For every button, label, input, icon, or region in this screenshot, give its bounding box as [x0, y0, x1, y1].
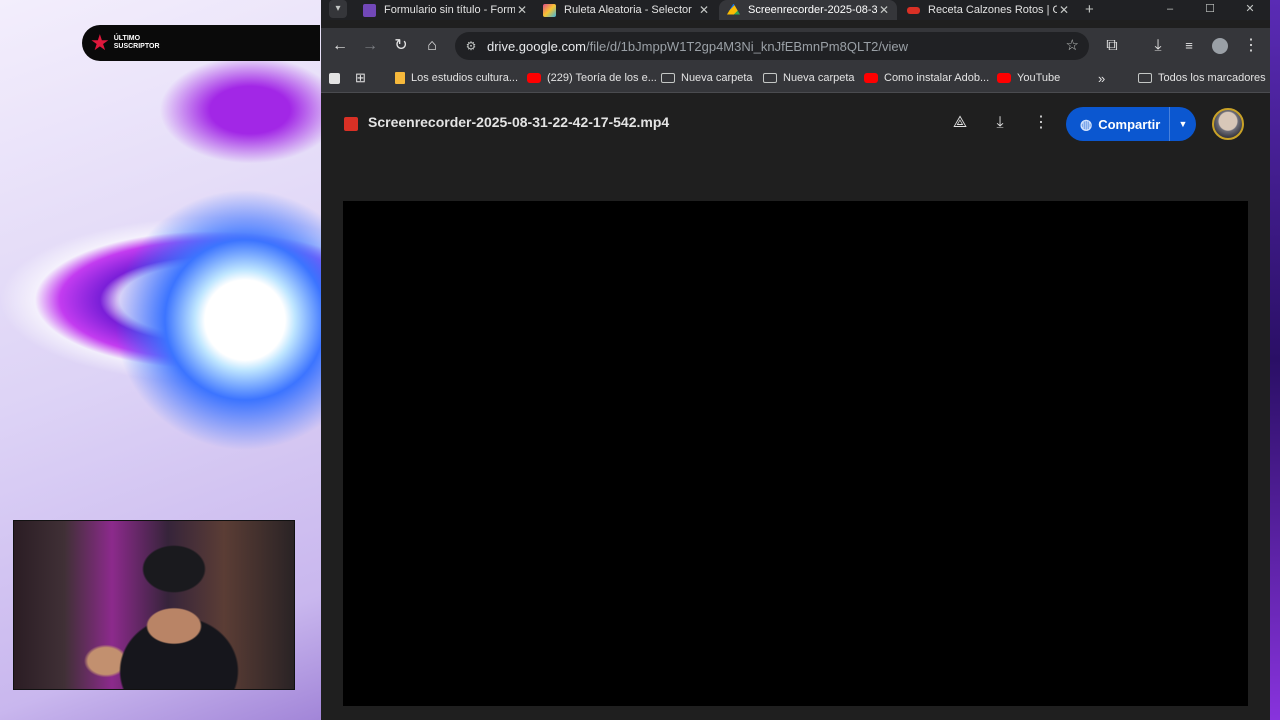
- tab-receta[interactable]: Receta Calzones Rotos | Gourmet ✕: [899, 0, 1077, 20]
- star-icon: ★: [90, 30, 110, 55]
- last-subscriber-label: Último Suscriptor: [114, 35, 174, 51]
- tab-forms[interactable]: Formulario sin título - Forms ✕: [355, 0, 535, 20]
- chevron-down-icon[interactable]: ▼: [1169, 107, 1196, 141]
- close-window-button[interactable]: ✕: [1240, 0, 1260, 20]
- all-bookmarks-label: Todos los marcadores: [1158, 72, 1266, 84]
- bookmark-youtube[interactable]: YouTube: [997, 64, 1060, 92]
- bookmark-label: YouTube: [1017, 72, 1061, 84]
- tab-title: Formulario sin título - Forms: [384, 4, 515, 16]
- last-subscriber-line2: Suscriptor: [113, 43, 160, 50]
- forms-favicon-icon: [363, 3, 376, 17]
- bookmark-label: Nueva carpeta: [783, 72, 855, 84]
- bookmark-star-icon[interactable]: ☆: [1066, 32, 1079, 60]
- tab-search-button[interactable]: ▾: [329, 0, 347, 18]
- drive-video-viewer: Screenrecorder-2025-08-31-22-42-17-542.m…: [321, 96, 1270, 720]
- folder-icon: [763, 73, 777, 83]
- close-icon[interactable]: ✕: [1057, 3, 1071, 17]
- profile-icon[interactable]: [1208, 28, 1232, 64]
- browser-menu-icon[interactable]: ⋮: [1239, 28, 1263, 64]
- more-bookmarks-icon[interactable]: »: [1098, 64, 1105, 92]
- tab-title: Receta Calzones Rotos | Gourmet: [928, 4, 1057, 16]
- youtube-icon: [527, 73, 541, 83]
- back-icon[interactable]: ←: [328, 28, 352, 64]
- tab-ruleta[interactable]: Ruleta Aleatoria - Selector ✕: [535, 0, 717, 20]
- folder-icon: [661, 73, 675, 83]
- maximize-button[interactable]: ☐: [1200, 0, 1220, 20]
- share-label: Compartir: [1098, 116, 1161, 132]
- file-name: Screenrecorder-2025-08-31-22-42-17-542.m…: [368, 114, 670, 130]
- video-file-icon: [344, 117, 358, 131]
- add-shortcut-to-drive-icon[interactable]: ⟁: [948, 110, 972, 136]
- bookmark-label: Los estudios cultura...: [411, 72, 519, 84]
- bookmark-app-icon[interactable]: [329, 64, 340, 92]
- globe-icon: ◍: [1080, 115, 1093, 132]
- downloads-icon[interactable]: ⤓: [1146, 28, 1170, 64]
- close-icon[interactable]: ✕: [697, 3, 711, 17]
- new-tab-button[interactable]: +: [1085, 0, 1094, 20]
- minimize-button[interactable]: –: [1160, 0, 1180, 20]
- bookmark-adobe[interactable]: Como instalar Adob...: [864, 64, 989, 92]
- media-controls-icon[interactable]: ≡: [1177, 28, 1201, 64]
- account-avatar[interactable]: [1212, 108, 1244, 140]
- url-text: drive.google.com/file/d/1bJmppW1T2gp4M3N…: [487, 39, 908, 54]
- bookmark-estudios[interactable]: Los estudios cultura...: [395, 64, 518, 92]
- close-icon[interactable]: ✕: [515, 3, 529, 17]
- youtube-icon: [864, 73, 878, 83]
- tab-title: Ruleta Aleatoria - Selector: [564, 4, 692, 16]
- home-icon[interactable]: ⌂: [420, 28, 444, 64]
- site-settings-icon[interactable]: ⚙: [459, 39, 483, 53]
- youtube-icon: [997, 73, 1011, 83]
- webcam-feed: [13, 520, 295, 690]
- page-icon: [395, 72, 405, 84]
- last-subscriber-badge: ★ Último Suscriptor: [82, 25, 320, 61]
- browser-toolbar: ← → ↻ ⌂ ⚙ drive.google.com/file/d/1bJmpp…: [321, 28, 1270, 64]
- stream-right-edge: [1270, 0, 1280, 720]
- forward-icon[interactable]: →: [358, 28, 382, 64]
- bookmark-nueva-carpeta-2[interactable]: Nueva carpeta: [763, 64, 855, 92]
- bookmarks-bar: ⊞ Los estudios cultura... (229) Teoría d…: [321, 64, 1270, 93]
- url-host: drive.google.com: [487, 38, 586, 54]
- last-subscriber-line1: Último: [113, 35, 141, 42]
- apps-grid-icon[interactable]: ⊞: [355, 64, 366, 92]
- tab-title: Screenrecorder-2025-08-31: [748, 4, 877, 16]
- share-button[interactable]: ◍ Compartir ▼: [1066, 107, 1196, 141]
- bookmark-nueva-carpeta-1[interactable]: Nueva carpeta: [661, 64, 753, 92]
- reload-icon[interactable]: ↻: [389, 28, 413, 64]
- download-icon[interactable]: ⤓: [988, 110, 1012, 136]
- tab-drive-screenrecorder[interactable]: Screenrecorder-2025-08-31 ✕: [719, 0, 897, 20]
- ruleta-favicon-icon: [543, 3, 556, 17]
- bookmark-label: Nueva carpeta: [681, 72, 753, 84]
- video-player[interactable]: [343, 201, 1248, 706]
- all-bookmarks-folder[interactable]: Todos los marcadores: [1138, 64, 1266, 92]
- bookmark-label: Como instalar Adob...: [884, 72, 990, 84]
- bookmark-label: (229) Teoría de los e...: [547, 72, 657, 84]
- url-path: /file/d/1bJmppW1T2gp4M3Ni_knJfEBmnPm8QLT…: [586, 38, 908, 54]
- address-bar[interactable]: ⚙ drive.google.com/file/d/1bJmppW1T2gp4M…: [455, 32, 1089, 60]
- drive-favicon-icon: [727, 3, 740, 15]
- more-actions-icon[interactable]: ⋮: [1029, 110, 1053, 136]
- receta-favicon-icon: [907, 6, 920, 14]
- extensions-icon[interactable]: ⧉: [1100, 28, 1124, 64]
- bookmark-teoria[interactable]: (229) Teoría de los e...: [527, 64, 657, 92]
- close-icon[interactable]: ✕: [877, 3, 891, 17]
- folder-icon: [1138, 73, 1152, 83]
- browser-window: ▾ Formulario sin título - Forms ✕ Ruleta…: [321, 0, 1270, 720]
- tab-strip: ▾ Formulario sin título - Forms ✕ Ruleta…: [321, 0, 1270, 20]
